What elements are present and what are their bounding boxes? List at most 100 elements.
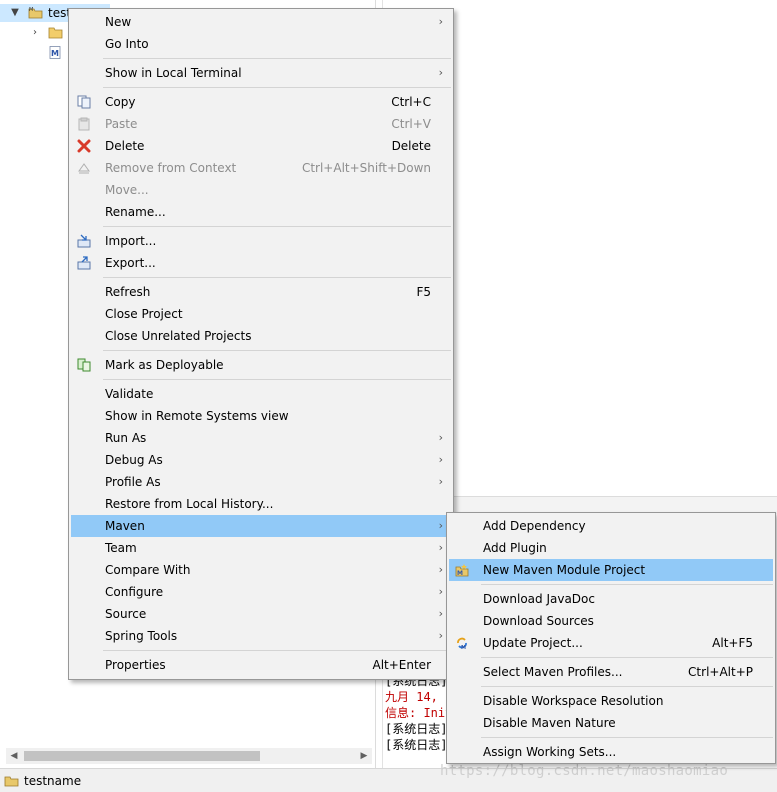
menu-item-team[interactable]: Team ›	[71, 537, 451, 559]
menu-item-assign-working-sets[interactable]: Assign Working Sets...	[449, 741, 773, 763]
svg-text:M: M	[461, 645, 466, 650]
menu-separator	[481, 686, 773, 687]
menu-item-restore-from-local-history[interactable]: Restore from Local History...	[71, 493, 451, 515]
menu-item-label: Copy	[105, 95, 136, 109]
menu-item-run-as[interactable]: Run As ›	[71, 427, 451, 449]
menu-item-label: Configure	[105, 585, 164, 599]
menu-item-copy[interactable]: Copy Ctrl+C	[71, 91, 451, 113]
menu-item-close-unrelated-projects[interactable]: Close Unrelated Projects	[71, 325, 451, 347]
menu-item-show-in-remote-systems-view[interactable]: Show in Remote Systems view	[71, 405, 451, 427]
menu-item-compare-with[interactable]: Compare With ›	[71, 559, 451, 581]
menu-item-maven[interactable]: Maven ›	[71, 515, 451, 537]
menu-item-label: Close Unrelated Projects	[105, 329, 252, 343]
menu-item-label: Paste	[105, 117, 138, 131]
menu-item-delete[interactable]: Delete Delete	[71, 135, 451, 157]
menu-item-validate[interactable]: Validate	[71, 383, 451, 405]
menu-item-disable-maven-nature[interactable]: Disable Maven Nature	[449, 712, 773, 734]
menu-item-label: Restore from Local History...	[105, 497, 274, 511]
menu-item-label: Validate	[105, 387, 154, 401]
delete-icon	[77, 139, 91, 153]
menu-item-export[interactable]: Export...	[71, 252, 451, 274]
menu-item-label: Refresh	[105, 285, 151, 299]
menu-item-add-plugin[interactable]: Add Plugin	[449, 537, 773, 559]
menu-item-close-project[interactable]: Close Project	[71, 303, 451, 325]
menu-separator	[103, 277, 451, 278]
menu-item-label: Go Into	[105, 37, 149, 51]
remove-context-icon	[78, 163, 90, 174]
watermark: https://blog.csdn.net/maoshaomiao	[440, 763, 729, 779]
scrollbar-thumb[interactable]	[24, 751, 260, 761]
menu-item-label: Download JavaDoc	[483, 592, 595, 606]
scroll-left-icon[interactable]: ◀	[6, 748, 22, 764]
menu-item-label: Import...	[105, 234, 157, 248]
shortcut-label: F5	[416, 285, 431, 299]
menu-item-download-javadoc[interactable]: Download JavaDoc	[449, 588, 773, 610]
paste-icon	[78, 117, 90, 131]
menu-item-show-in-local-terminal[interactable]: Show in Local Terminal ›	[71, 62, 451, 84]
menu-item-new[interactable]: New ›	[71, 11, 451, 33]
maven-module-icon: M	[455, 564, 469, 577]
menu-item-select-maven-profiles[interactable]: Select Maven Profiles... Ctrl+Alt+P	[449, 661, 773, 683]
menu-item-mark-as-deployable[interactable]: Mark as Deployable	[71, 354, 451, 376]
chevron-right-icon: ›	[438, 607, 443, 620]
export-icon	[77, 256, 91, 270]
scroll-right-icon[interactable]: ▶	[356, 748, 372, 764]
explorer-horizontal-scrollbar[interactable]: ◀ ▶	[6, 748, 372, 764]
chevron-right-icon: ›	[438, 629, 443, 642]
menu-item-new-maven-module-project[interactable]: M New Maven Module Project	[449, 559, 773, 581]
menu-item-spring-tools[interactable]: Spring Tools ›	[71, 625, 451, 647]
menu-item-refresh[interactable]: Refresh F5	[71, 281, 451, 303]
maven-project-icon: M	[28, 7, 43, 19]
menu-item-add-dependency[interactable]: Add Dependency	[449, 515, 773, 537]
menu-item-label: Assign Working Sets...	[483, 745, 617, 759]
update-project-icon: M	[457, 637, 467, 650]
menu-item-label: New Maven Module Project	[483, 563, 646, 577]
menu-item-label: Show in Local Terminal	[105, 66, 242, 80]
chevron-right-icon[interactable]: ›	[30, 24, 40, 42]
chevron-down-icon[interactable]: ▼	[10, 4, 20, 22]
menu-item-label: Team	[105, 541, 137, 555]
shortcut-label: Delete	[391, 139, 431, 153]
menu-item-label: New	[105, 15, 132, 29]
menu-item-remove-from-context[interactable]: Remove from Context Ctrl+Alt+Shift+Down	[71, 157, 451, 179]
menu-item-label: Show in Remote Systems view	[105, 409, 289, 423]
menu-item-label: Remove from Context	[105, 161, 237, 175]
menu-item-label: Export...	[105, 256, 156, 270]
shortcut-label: Ctrl+Alt+Shift+Down	[301, 161, 431, 175]
shortcut-label: Ctrl+C	[391, 95, 431, 109]
menu-item-move[interactable]: Move...	[71, 179, 451, 201]
menu-item-go-into[interactable]: Go Into	[71, 33, 451, 55]
menu-separator	[103, 226, 451, 227]
shortcut-label: Ctrl+Alt+P	[688, 665, 753, 679]
menu-separator	[481, 737, 773, 738]
menu-item-rename[interactable]: Rename...	[71, 201, 451, 223]
menu-separator	[481, 584, 773, 585]
menu-item-label: Spring Tools	[105, 629, 178, 643]
menu-item-disable-workspace-resolution[interactable]: Disable Workspace Resolution	[449, 690, 773, 712]
menu-item-update-project[interactable]: M Update Project... Alt+F5	[449, 632, 773, 654]
menu-item-label: Select Maven Profiles...	[483, 665, 623, 679]
menu-item-label: Run As	[105, 431, 147, 445]
menu-separator	[103, 87, 451, 88]
menu-item-paste[interactable]: Paste Ctrl+V	[71, 113, 451, 135]
menu-item-profile-as[interactable]: Profile As ›	[71, 471, 451, 493]
chevron-right-icon: ›	[438, 563, 443, 576]
chevron-right-icon: ›	[438, 453, 443, 466]
menu-item-label: Close Project	[105, 307, 183, 321]
deployable-icon	[77, 358, 91, 372]
menu-item-source[interactable]: Source ›	[71, 603, 451, 625]
menu-item-import[interactable]: Import...	[71, 230, 451, 252]
menu-separator	[481, 657, 773, 658]
status-project-name: testname	[24, 774, 82, 788]
menu-item-properties[interactable]: Properties Alt+Enter	[71, 654, 451, 676]
menu-item-configure[interactable]: Configure ›	[71, 581, 451, 603]
menu-item-label: Debug As	[105, 453, 163, 467]
shortcut-label: Alt+F5	[712, 636, 753, 650]
chevron-right-icon: ›	[438, 585, 443, 598]
context-menu: New › Go Into Show in Local Terminal › C…	[68, 8, 454, 680]
import-icon	[77, 234, 91, 248]
menu-item-download-sources[interactable]: Download Sources	[449, 610, 773, 632]
menu-separator	[103, 650, 451, 651]
menu-item-debug-as[interactable]: Debug As ›	[71, 449, 451, 471]
shortcut-label: Ctrl+V	[391, 117, 431, 131]
